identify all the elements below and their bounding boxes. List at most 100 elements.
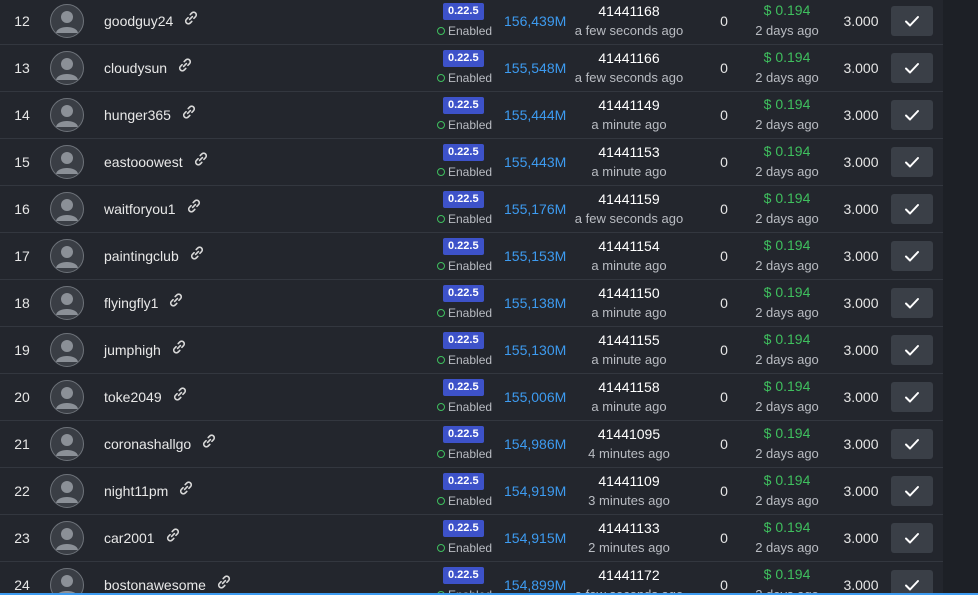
link-icon[interactable] [201,421,217,467]
link-icon[interactable] [183,0,199,44]
row-index: 16 [14,201,30,217]
block-time: a minute ago [591,352,667,367]
table-row: 20 toke2049 0.22.5 Enabled 155,006M 4144… [0,374,943,421]
reward-value: $ 0.194 [763,378,811,394]
approve-button[interactable] [891,335,933,365]
block-number: 41441095 [597,426,661,442]
reward-time: 2 days ago [755,23,819,38]
block-cell: 41441153 a minute ago [570,139,688,185]
account-name[interactable]: toke2049 [104,389,162,405]
version-cell: 0.22.5 Enabled [436,45,496,91]
account-name-cell: bostonawesome [104,562,424,595]
row-index: 20 [14,389,30,405]
user-avatar-icon[interactable] [50,568,84,595]
link-icon[interactable] [172,374,188,420]
link-icon[interactable] [168,280,184,326]
row-index: 17 [14,248,30,264]
version-cell: 0.22.5 Enabled [436,562,496,595]
account-name[interactable]: jumphigh [104,342,161,358]
link-icon[interactable] [178,468,194,514]
approve-button[interactable] [891,570,933,595]
block-time: 2 minutes ago [588,540,670,555]
status-label: Enabled [448,24,493,38]
user-avatar-icon[interactable] [50,98,84,132]
account-name[interactable]: car2001 [104,530,155,546]
hashrate-value: 155,130M [504,342,567,358]
status-circle-icon [437,262,445,270]
table-row: 19 jumphigh 0.22.5 Enabled 155,130M 4144… [0,327,943,374]
account-name[interactable]: bostonawesome [104,577,206,593]
block-cell: 41441168 a few seconds ago [570,0,688,44]
status-label: Enabled [448,212,493,226]
account-name[interactable]: eastooowest [104,154,183,170]
reward-cell: $ 0.194 2 days ago [742,468,832,514]
approve-button[interactable] [891,382,933,412]
reward-value: $ 0.194 [763,2,811,18]
status-indicator: Enabled [437,447,492,461]
user-avatar-icon[interactable] [50,239,84,273]
link-icon[interactable] [193,139,209,185]
user-avatar-icon[interactable] [50,333,84,367]
block-cell: 41441172 a few seconds ago [570,562,688,595]
link-icon[interactable] [186,186,202,232]
block-time: a few seconds ago [574,211,684,226]
user-avatar-icon[interactable] [50,474,84,508]
ratio-value: 3.000 [843,436,879,452]
account-name[interactable]: coronashallgo [104,436,191,452]
status-label: Enabled [448,353,493,367]
count-value: 0 [720,13,728,29]
link-icon[interactable] [189,233,205,279]
account-name[interactable]: night11pm [104,483,168,499]
approve-button[interactable] [891,241,933,271]
account-name[interactable]: paintingclub [104,248,179,264]
status-circle-icon [437,403,445,411]
table-row: 21 coronashallgo 0.22.5 Enabled 154,986M… [0,421,943,468]
checkmark-icon [905,580,919,591]
link-icon[interactable] [181,92,197,138]
user-avatar-icon[interactable] [50,51,84,85]
version-cell: 0.22.5 Enabled [436,468,496,514]
user-avatar-icon[interactable] [50,521,84,555]
block-time: a minute ago [591,117,667,132]
approve-button[interactable] [891,147,933,177]
account-name[interactable]: goodguy24 [104,13,173,29]
status-circle-icon [437,121,445,129]
approve-button[interactable] [891,6,933,36]
account-name[interactable]: flyingfly1 [104,295,158,311]
user-avatar-icon[interactable] [50,380,84,414]
account-name-cell: goodguy24 [104,0,424,44]
status-indicator: Enabled [437,541,492,555]
approve-button[interactable] [891,194,933,224]
account-name[interactable]: hunger365 [104,107,171,123]
user-avatar-icon[interactable] [50,427,84,461]
link-icon[interactable] [216,562,232,595]
approve-button[interactable] [891,53,933,83]
link-icon[interactable] [165,515,181,561]
approve-button[interactable] [891,523,933,553]
approve-button[interactable] [891,429,933,459]
row-index: 23 [14,530,30,546]
ratio-value: 3.000 [843,60,879,76]
user-avatar-icon[interactable] [50,145,84,179]
approve-button[interactable] [891,100,933,130]
ratio-value: 3.000 [843,342,879,358]
reward-cell: $ 0.194 2 days ago [742,233,832,279]
approve-button[interactable] [891,476,933,506]
account-name-cell: jumphigh [104,327,424,373]
approve-button[interactable] [891,288,933,318]
link-icon[interactable] [171,327,187,373]
block-number: 41441172 [598,567,660,583]
status-circle-icon [437,74,445,82]
row-index: 12 [14,13,30,29]
link-icon[interactable] [177,45,193,91]
user-avatar-icon[interactable] [50,286,84,320]
account-name-cell: toke2049 [104,374,424,420]
block-cell: 41441159 a few seconds ago [570,186,688,232]
user-avatar-icon[interactable] [50,4,84,38]
account-name[interactable]: cloudysun [104,60,167,76]
user-avatar-icon[interactable] [50,192,84,226]
account-name[interactable]: waitforyou1 [104,201,176,217]
block-cell: 41441133 2 minutes ago [570,515,688,561]
block-time: 4 minutes ago [588,446,670,461]
version-badge: 0.22.5 [443,238,484,255]
